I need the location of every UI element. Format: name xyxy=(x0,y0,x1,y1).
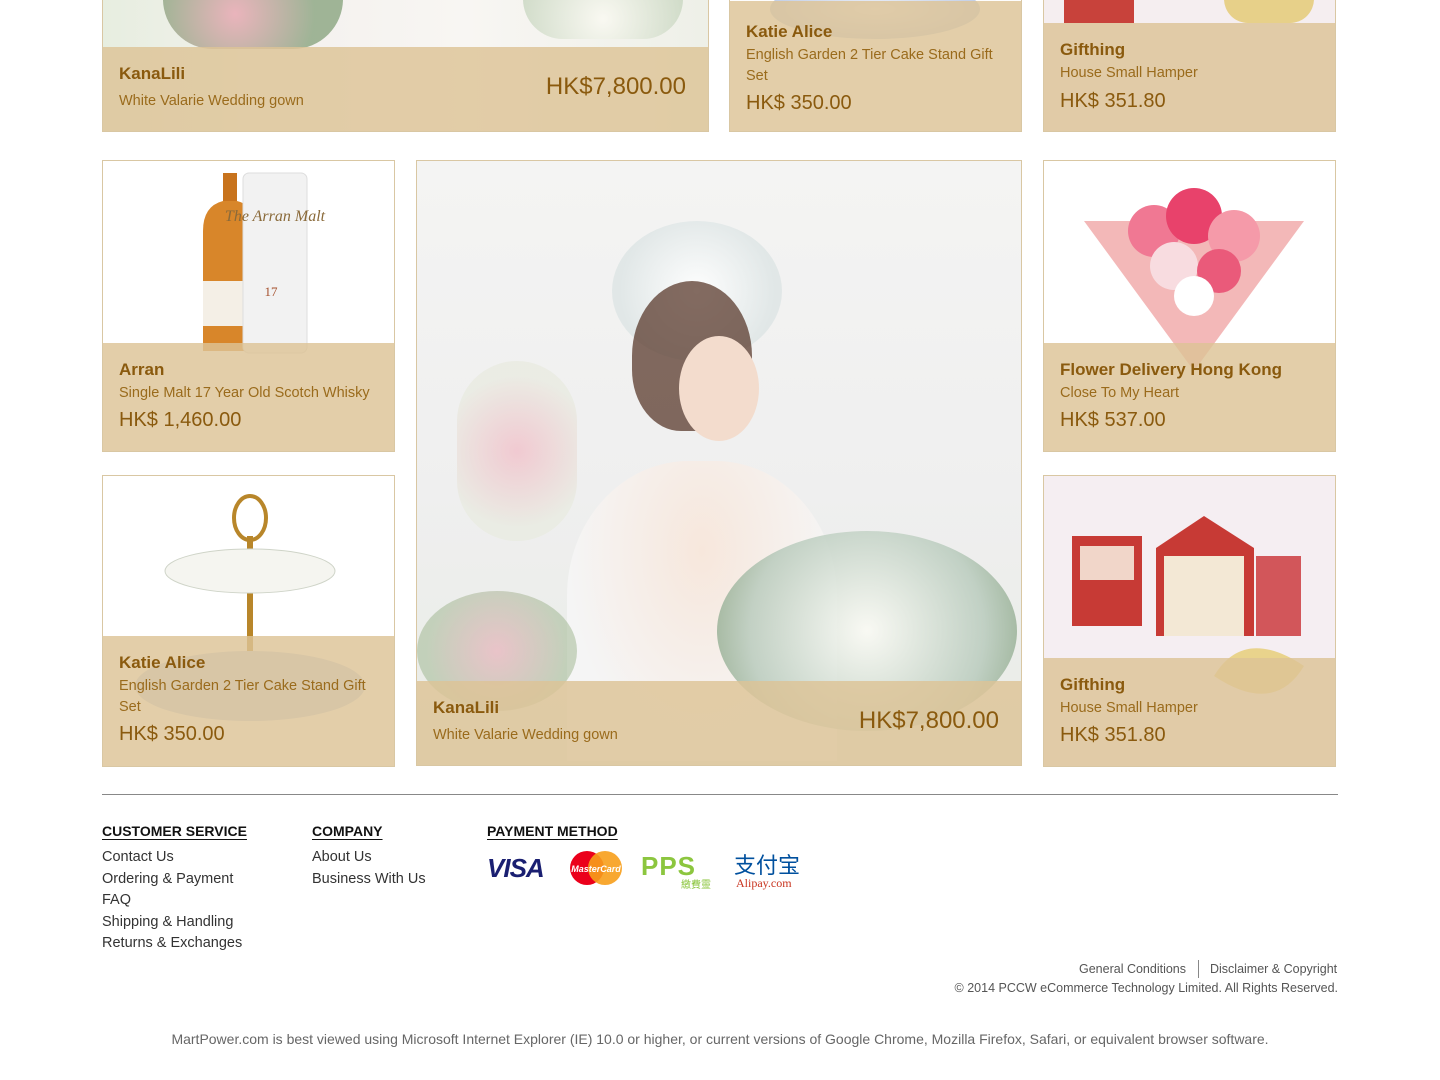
product-price: HK$ 350.00 xyxy=(119,723,225,745)
footer-link-shipping-handling[interactable]: Shipping & Handling xyxy=(102,912,233,934)
pps-sub-text: 繳費靈 xyxy=(681,880,711,891)
product-info-overlay: Katie Alice English Garden 2 Tier Cake S… xyxy=(103,636,394,766)
product-price: HK$ 537.00 xyxy=(1060,409,1166,431)
product-price: HK$7,800.00 xyxy=(858,707,999,734)
legal-link-divider xyxy=(1198,960,1199,978)
product-info-overlay: KanaLili White Valarie Wedding gown HK$7… xyxy=(103,47,708,131)
product-brand: KanaLili xyxy=(119,64,186,83)
product-info-overlay: Arran Single Malt 17 Year Old Scotch Whi… xyxy=(103,343,394,451)
visa-logo-text: VISA xyxy=(487,853,545,883)
product-tile-hamper[interactable]: Gifthing House Small Hamper HK$ 351.80 xyxy=(1043,475,1336,767)
product-description: English Garden 2 Tier Cake Stand Gift Se… xyxy=(119,678,366,715)
disclaimer-copyright-link[interactable]: Disclaimer & Copyright xyxy=(1210,962,1337,976)
product-description: White Valarie Wedding gown xyxy=(119,93,304,109)
product-description: House Small Hamper xyxy=(1060,65,1198,81)
product-brand: Flower Delivery Hong Kong xyxy=(1060,360,1282,379)
pps-icon: PPS 繳費靈 xyxy=(641,848,711,892)
product-description: White Valarie Wedding gown xyxy=(433,727,618,743)
product-brand: KanaLili xyxy=(433,698,500,717)
product-price: HK$ 351.80 xyxy=(1060,724,1166,746)
whisky-age-text: 17 xyxy=(265,284,279,299)
product-brand: Arran xyxy=(119,360,165,379)
footer-link-faq[interactable]: FAQ xyxy=(102,890,131,912)
customer-service-heading: CUSTOMER SERVICE xyxy=(102,823,247,839)
product-price: HK$ 351.80 xyxy=(1060,90,1166,112)
product-info-overlay: Gifthing House Small Hamper HK$ 351.80 xyxy=(1044,658,1335,766)
bride-image xyxy=(417,161,1021,765)
visa-icon: VISA xyxy=(487,848,553,892)
product-brand: Gifthing xyxy=(1060,675,1126,694)
product-tile-cake-stand[interactable]: Katie Alice English Garden 2 Tier Cake S… xyxy=(102,475,395,767)
footer-link-returns-exchanges[interactable]: Returns & Exchanges xyxy=(102,933,242,955)
product-brand: Gifthing xyxy=(1060,40,1126,59)
product-brand: Katie Alice xyxy=(119,653,206,672)
product-tile-top-cake[interactable]: Katie Alice English Garden 2 Tier Cake S… xyxy=(729,0,1022,132)
mastercard-logo-text: MasterCard xyxy=(571,864,621,874)
browser-note: MartPower.com is best viewed using Micro… xyxy=(171,1031,1269,1047)
product-description: Single Malt 17 Year Old Scotch Whisky xyxy=(119,385,370,401)
footer-link-contact-us[interactable]: Contact Us xyxy=(102,847,174,869)
product-brand: Katie Alice xyxy=(746,22,833,41)
whisky-bottle-icon: The Arran Malt 17 xyxy=(203,172,326,354)
payment-method-heading: PAYMENT METHOD xyxy=(487,823,618,839)
product-info-overlay: KanaLili White Valarie Wedding gown HK$7… xyxy=(417,681,1021,765)
product-info-overlay: Gifthing House Small Hamper HK$ 351.80 xyxy=(1044,23,1335,131)
footer-link-business-with-us[interactable]: Business With Us xyxy=(312,869,426,891)
copyright-text: © 2014 PCCW eCommerce Technology Limited… xyxy=(954,981,1338,995)
product-price: HK$ 1,460.00 xyxy=(119,409,242,431)
product-tile-flower[interactable]: Flower Delivery Hong Kong Close To My He… xyxy=(1043,160,1336,452)
product-info-overlay: Katie Alice English Garden 2 Tier Cake S… xyxy=(730,1,1021,131)
product-tile-whisky[interactable]: The Arran Malt 17 Arran Single Malt 17 Y… xyxy=(102,160,395,452)
product-description: English Garden 2 Tier Cake Stand Gift Se… xyxy=(746,47,993,84)
alipay-icon: 支付宝 Alipay.com xyxy=(732,848,814,892)
product-price: HK$ 350.00 xyxy=(746,92,852,114)
product-description: Close To My Heart xyxy=(1060,385,1179,401)
product-price: HK$7,800.00 xyxy=(545,73,686,100)
product-info-overlay: Flower Delivery Hong Kong Close To My He… xyxy=(1044,343,1335,451)
product-tile-top-gown[interactable]: KanaLili White Valarie Wedding gown HK$7… xyxy=(102,0,709,132)
footer-link-about-us[interactable]: About Us xyxy=(312,847,372,869)
product-tile-featured-gown[interactable]: KanaLili White Valarie Wedding gown HK$7… xyxy=(416,160,1022,766)
whisky-label-text: The Arran Malt xyxy=(225,208,326,225)
general-conditions-link[interactable]: General Conditions xyxy=(1079,962,1186,976)
alipay-logo-text: Alipay.com xyxy=(736,876,792,890)
product-description: House Small Hamper xyxy=(1060,700,1198,716)
product-tile-top-hamper[interactable]: Gifthing House Small Hamper HK$ 351.80 xyxy=(1043,0,1336,132)
mastercard-icon: MasterCard xyxy=(568,848,624,892)
company-heading: COMPANY xyxy=(312,823,383,839)
footer-link-ordering-payment[interactable]: Ordering & Payment xyxy=(102,869,233,891)
footer-divider xyxy=(102,794,1338,795)
